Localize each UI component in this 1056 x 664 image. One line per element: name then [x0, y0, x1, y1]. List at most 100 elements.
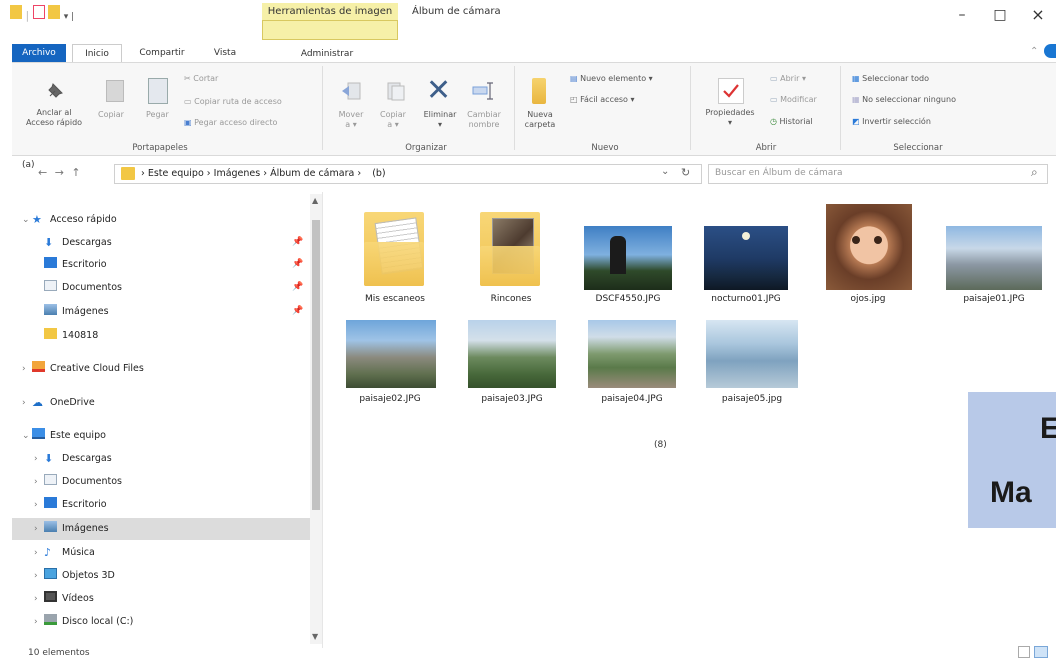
search-placeholder: Buscar en Álbum de cámara [715, 168, 843, 178]
select-all-button[interactable]: ▦ Seleccionar todo [852, 74, 929, 84]
expand-icon[interactable]: › [34, 495, 44, 515]
sidebar-item-creative-cloud[interactable]: › Creative Cloud Files [22, 359, 144, 379]
breadcrumb-separator: › [141, 168, 145, 179]
close-button[interactable]: × [1018, 4, 1056, 28]
photo-thumbnail [822, 204, 914, 294]
paste-shortcut-button[interactable]: ▣ Pegar acceso directo [184, 118, 277, 128]
copy-button[interactable]: Copiar [98, 110, 124, 120]
expand-icon[interactable]: › [34, 472, 44, 492]
expand-icon[interactable]: › [34, 543, 44, 563]
sidebar-item-pc-disco-local[interactable]: › Disco local (C:) [34, 612, 133, 632]
delete-button[interactable]: Eliminar ▾ [418, 110, 462, 130]
expand-icon[interactable]: › [34, 589, 44, 609]
edit-button[interactable]: ▭ Modificar [770, 95, 817, 105]
breadcrumb-separator: › [206, 168, 211, 179]
scrollbar-thumb[interactable] [312, 220, 320, 510]
scroll-up-icon[interactable]: ▲ [312, 196, 318, 205]
address-bar[interactable]: › Este equipo › Imágenes › Álbum de cáma… [114, 164, 702, 184]
paste-button[interactable]: Pegar [146, 110, 169, 120]
collapse-ribbon-icon[interactable]: ⌃ [1030, 46, 1038, 57]
copy-to-icon [384, 80, 406, 102]
expand-icon[interactable]: › [34, 612, 44, 632]
collapse-icon[interactable]: ⌄ [22, 426, 32, 446]
cut-button[interactable]: ✂ Cortar [184, 74, 218, 84]
tab-vista[interactable]: Vista [205, 44, 245, 62]
quick-access-toolbar[interactable]: | ▾ | [10, 5, 74, 22]
tab-inicio[interactable]: Inicio [72, 44, 122, 62]
sidebar-item-onedrive[interactable]: › ☁ OneDrive [22, 393, 95, 413]
file-item-paisaje03[interactable]: paisaje03.JPG [462, 316, 562, 404]
sidebar-item-pc-escritorio[interactable]: › Escritorio [34, 495, 107, 515]
navigation-arrows[interactable]: ← → ↑ [38, 166, 83, 179]
properties-button[interactable]: Propiedades ▾ [696, 108, 764, 128]
new-item-button[interactable]: ▤ Nuevo elemento ▾ [570, 74, 653, 84]
tab-administrar[interactable]: Administrar [282, 45, 372, 63]
file-item-paisaje05[interactable]: paisaje05.jpg [700, 316, 804, 404]
expand-icon[interactable]: › [22, 393, 32, 413]
new-folder-icon[interactable] [48, 5, 61, 19]
details-view-icon[interactable] [1018, 646, 1030, 658]
invert-selection-button[interactable]: ◩ Invertir selección [852, 117, 931, 127]
open-button[interactable]: ▭ Abrir ▾ [770, 74, 806, 84]
select-none-button[interactable]: ▦ No seleccionar ninguno [852, 95, 956, 105]
sidebar-item-documentos[interactable]: Documentos [44, 278, 122, 298]
file-item-paisaje02[interactable]: paisaje02.JPG [338, 316, 442, 404]
file-item-nocturno01[interactable]: nocturno01.JPG [700, 206, 792, 304]
copy-path-button[interactable]: ▭ Copiar ruta de acceso [184, 97, 282, 107]
sidebar-item-pc-musica[interactable]: › ♪ Música [34, 543, 95, 563]
move-to-button[interactable]: Mover a ▾ [333, 110, 369, 130]
new-folder-button[interactable]: Nueva carpeta [522, 110, 558, 130]
file-item-paisaje01[interactable]: paisaje01.JPG [942, 206, 1046, 304]
file-label: ojos.jpg [850, 294, 886, 304]
file-item-paisaje04[interactable]: paisaje04.JPG [582, 316, 682, 404]
tab-compartir[interactable]: Compartir [132, 44, 192, 62]
sidebar-scrollbar[interactable]: ▲ ▼ [310, 194, 322, 644]
cloud-icon: ☁ [32, 396, 43, 409]
copy-to-button[interactable]: Copiar a ▾ [375, 110, 411, 130]
expand-icon[interactable]: › [34, 449, 44, 469]
large-icons-view-icon[interactable] [1034, 646, 1048, 658]
refresh-icon[interactable]: ↻ [681, 166, 690, 179]
sidebar-item-escritorio[interactable]: Escritorio [44, 255, 107, 275]
breadcrumb-album[interactable]: Álbum de cámara [270, 168, 354, 179]
file-item-ojos[interactable]: ojos.jpg [822, 204, 914, 304]
sidebar-item-140818[interactable]: 140818 [44, 326, 98, 346]
history-button[interactable]: ◷ Historial [770, 117, 813, 127]
expand-icon[interactable]: › [34, 566, 44, 586]
sidebar-item-este-equipo[interactable]: ⌄ Este equipo [22, 426, 106, 446]
collapse-icon[interactable]: ⌄ [22, 210, 32, 230]
sidebar-item-pc-objetos-3d[interactable]: › Objetos 3D [34, 566, 115, 586]
file-item-dscf4550[interactable]: DSCF4550.JPG [580, 206, 676, 304]
rename-button[interactable]: Cambiar nombre [462, 110, 506, 130]
help-icon[interactable] [1044, 44, 1056, 58]
file-item-rincones[interactable]: Rincones [466, 206, 556, 304]
sidebar-item-quick-access[interactable]: ⌄ ★ Acceso rápido [22, 210, 117, 230]
group-label-nuevo: Nuevo [591, 143, 619, 153]
maximize-button[interactable]: □ [980, 4, 1020, 28]
properties-icon [718, 78, 744, 104]
pin-icon[interactable] [44, 80, 66, 102]
drive-icon [44, 614, 57, 625]
pin-quick-access-button[interactable]: Anclar al Acceso rápido [22, 108, 86, 128]
easy-access-button[interactable]: ◰ Fácil acceso ▾ [570, 95, 635, 105]
file-label: paisaje05.jpg [721, 394, 783, 404]
search-box[interactable]: Buscar en Álbum de cámara ⌕ [708, 164, 1048, 184]
address-dropdown-icon[interactable]: ⌄ [661, 166, 669, 177]
properties-icon[interactable] [32, 5, 45, 19]
sidebar-item-pc-descargas[interactable]: › ⬇ Descargas [34, 449, 112, 469]
expand-icon[interactable]: › [34, 519, 44, 539]
file-item-mis-escaneos[interactable]: Mis escaneos [350, 206, 440, 304]
sidebar-item-pc-videos[interactable]: › Vídeos [34, 589, 94, 609]
sidebar-item-descargas[interactable]: ⬇ Descargas [44, 233, 112, 253]
minimize-button[interactable]: – [942, 4, 982, 28]
scroll-down-icon[interactable]: ▼ [312, 632, 318, 641]
sidebar-item-imagenes[interactable]: Imágenes [44, 302, 109, 322]
search-icon[interactable]: ⌕ [1031, 165, 1038, 180]
breadcrumb-imagenes[interactable]: Imágenes [214, 168, 261, 179]
delete-icon: ✕ [426, 73, 452, 108]
tab-archivo[interactable]: Archivo [12, 44, 66, 62]
sidebar-item-pc-imagenes[interactable]: › Imágenes [34, 519, 109, 539]
breadcrumb-este-equipo[interactable]: Este equipo [148, 168, 204, 179]
expand-icon[interactable]: › [22, 359, 32, 379]
sidebar-item-pc-documentos[interactable]: › Documentos [34, 472, 122, 492]
